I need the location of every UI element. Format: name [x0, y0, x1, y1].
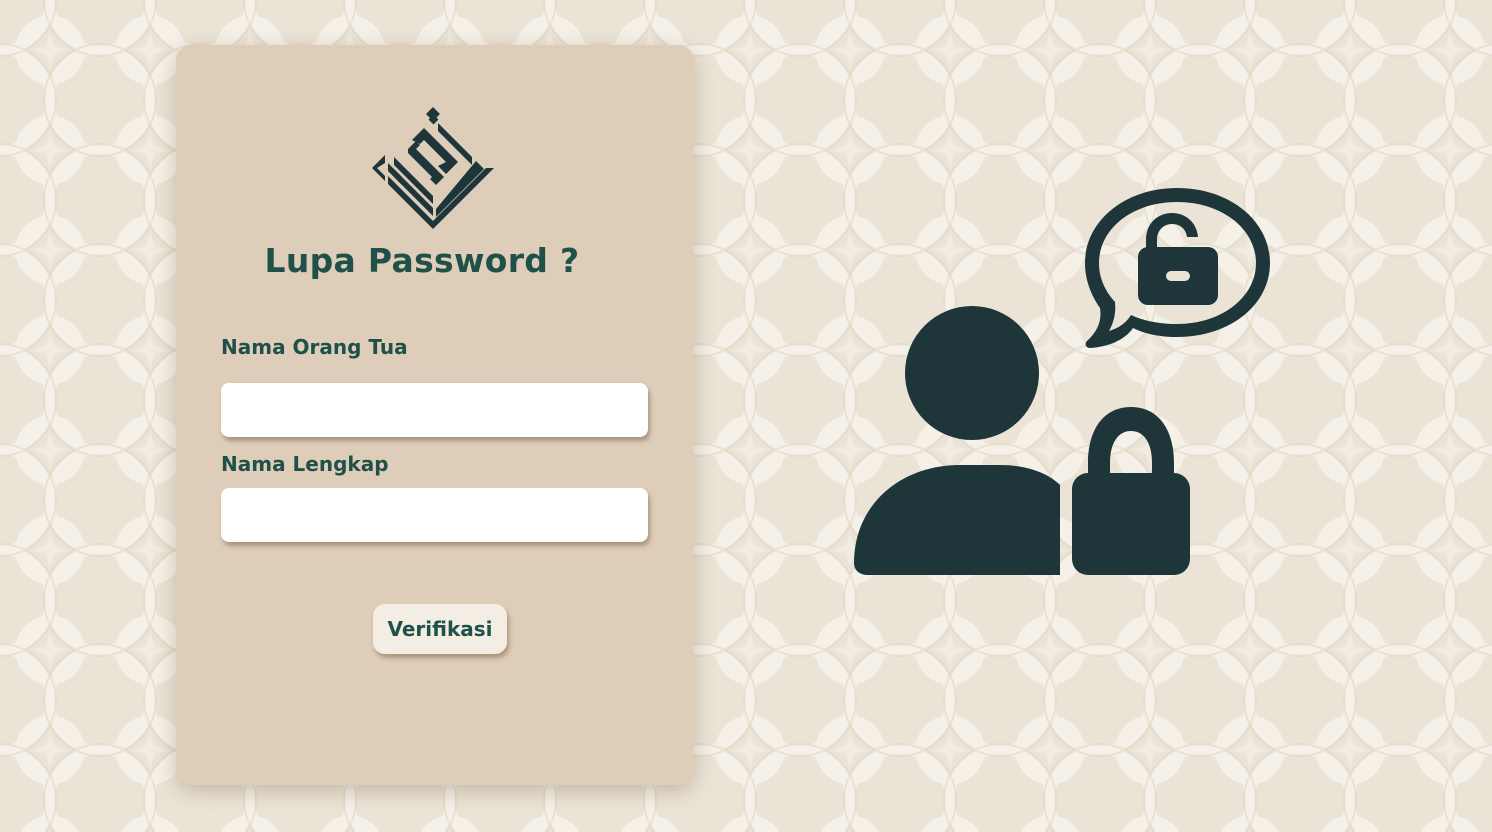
full-name-input[interactable]: [221, 488, 648, 542]
full-name-label: Nama Lengkap: [221, 452, 389, 476]
diamond-calligraphy-logo-icon: [372, 107, 494, 229]
parent-name-input[interactable]: [221, 383, 648, 437]
padlock-icon: [1072, 407, 1190, 575]
parent-name-label: Nama Orang Tua: [221, 335, 408, 359]
user-body-icon: [854, 465, 1060, 575]
user-locked-password-icon: [854, 188, 1270, 575]
verify-button[interactable]: Verifikasi: [373, 604, 507, 654]
page-title: Lupa Password ?: [264, 241, 580, 280]
user-head-icon: [905, 306, 1039, 440]
forgot-password-card: Lupa Password ? Nama Orang Tua Nama Leng…: [176, 45, 694, 785]
speech-bubble-icon: [1085, 188, 1270, 348]
